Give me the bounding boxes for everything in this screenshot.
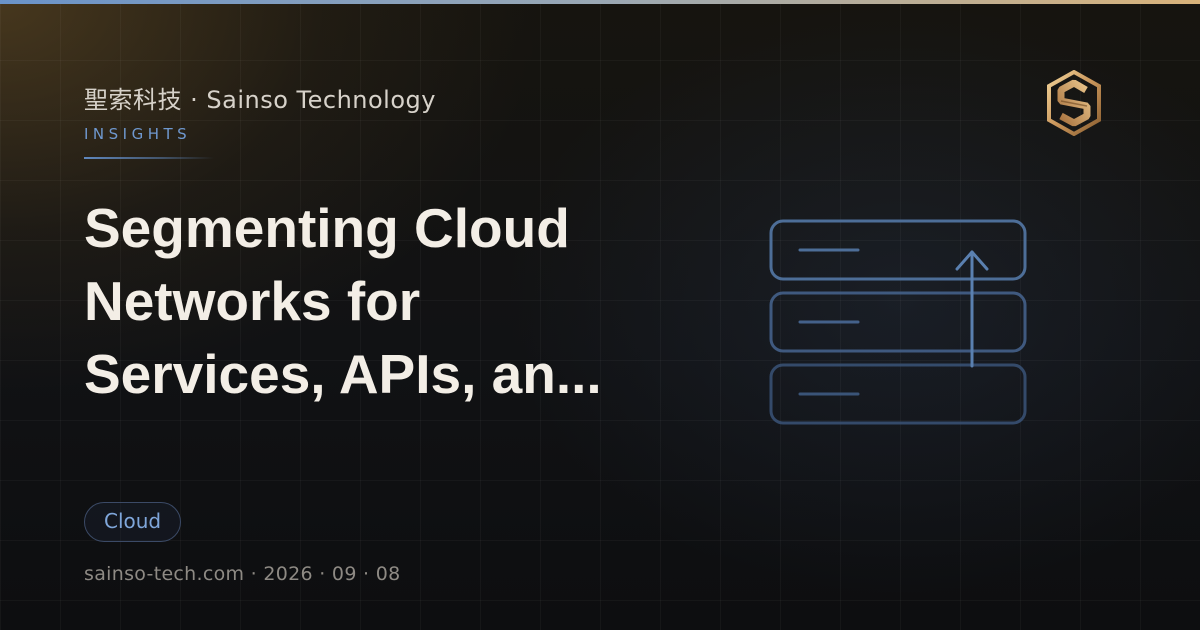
category-tag[interactable]: Cloud <box>84 502 182 542</box>
stacked-servers-upload-icon <box>769 219 1027 425</box>
sainso-s-hexagon-logo <box>1047 70 1101 136</box>
title-line-2: Networks for <box>84 270 421 332</box>
title-line-3: Services, APIs, an... <box>84 343 602 405</box>
og-card: 聖索科技 · Sainso Technology INSIGHTS Segmen… <box>0 0 1200 630</box>
section-kicker: INSIGHTS <box>84 125 192 143</box>
article-title: Segmenting Cloud Networks for Services, … <box>84 192 684 411</box>
top-accent-bar <box>0 0 1200 4</box>
footer-meta: sainso-tech.com · 2026 · 09 · 08 <box>84 563 401 585</box>
kicker-underline <box>84 157 214 159</box>
brand-name: 聖索科技 · Sainso Technology <box>84 86 436 114</box>
title-line-1: Segmenting Cloud <box>84 197 570 259</box>
